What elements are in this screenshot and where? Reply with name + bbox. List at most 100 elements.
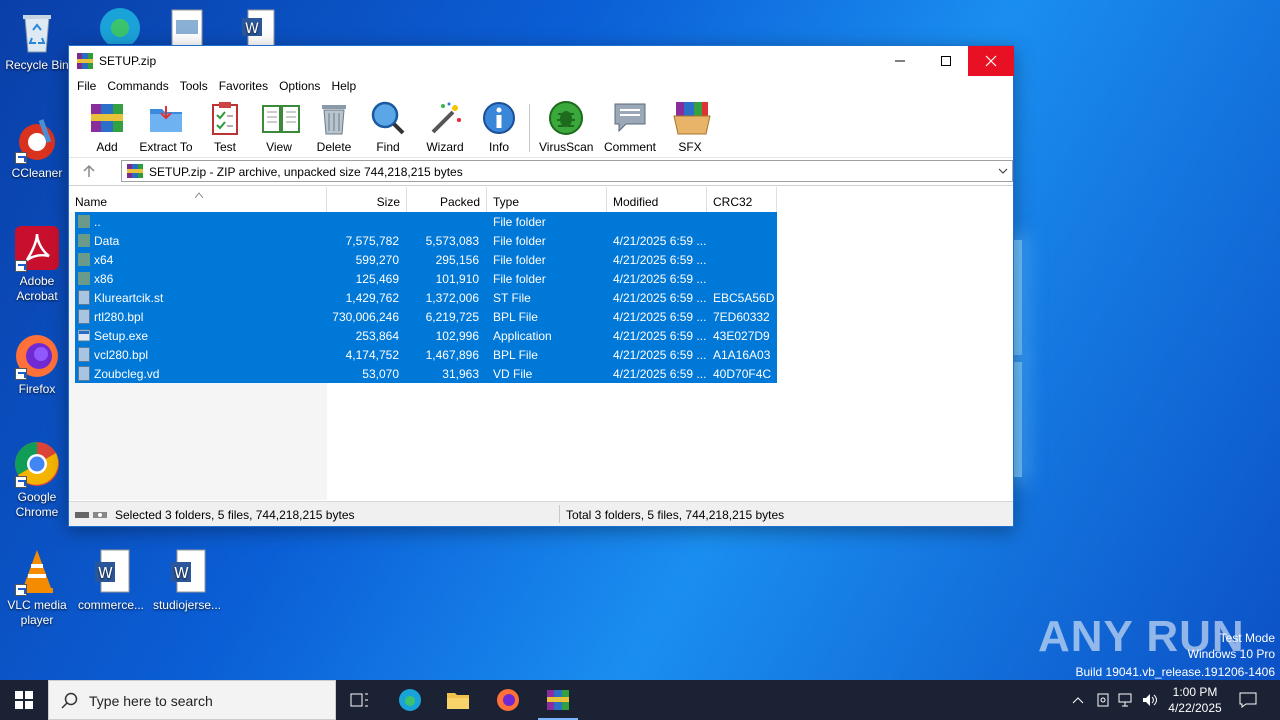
tray-chevron-up-icon[interactable] (1068, 680, 1088, 720)
menu-file[interactable]: File (77, 76, 102, 96)
column-header-packed-label: Packed (439, 195, 480, 209)
word-document-icon: W (163, 548, 211, 596)
column-header-modified-label: Modified (613, 195, 659, 209)
folder-icon (447, 693, 469, 709)
desktop-icon-word-commerce[interactable]: W commerce... (75, 548, 147, 613)
desktop-icon-label: CCleaner (11, 166, 63, 180)
cell-modified: 4/21/2025 6:59 ... (613, 367, 707, 381)
tray-device-icon[interactable] (1094, 680, 1112, 720)
cell-packed: 6,219,725 (425, 310, 479, 324)
column-header-type-label: Type (493, 195, 520, 209)
sort-up-icon (194, 187, 204, 199)
table-row[interactable]: Setup.exe 253,864 102,996 Application 4/21/2… (75, 326, 777, 345)
wizard-button[interactable]: Wizard (423, 100, 467, 156)
status-divider (559, 505, 560, 523)
column-header-modified[interactable]: Modified (607, 187, 707, 212)
table-row[interactable]: x86 125,469 101,910 File folder 4/21/2025 6:… (75, 269, 777, 288)
up-arrow-icon[interactable] (81, 163, 97, 179)
ccleaner-icon (13, 116, 61, 164)
taskbar-clock[interactable]: 1:00 PM 4/22/2025 (1160, 684, 1230, 716)
desktop-icon-label: Adobe Acrobat (16, 274, 58, 303)
clock-time: 1:00 PM (1172, 685, 1218, 699)
delete-button[interactable]: Delete (313, 100, 355, 156)
chevron-down-icon[interactable] (997, 165, 1009, 177)
table-row[interactable]: rtl280.bpl 730,006,246 6,219,725 BPL File 4/… (75, 307, 777, 326)
menu-tools[interactable]: Tools (180, 76, 214, 96)
status-selected: Selected 3 folders, 5 files, 744,218,215… (115, 508, 355, 522)
desktop-icon-word-studiojersey[interactable]: W studiojerse... (151, 548, 223, 613)
column-header-size[interactable]: Size (327, 187, 407, 212)
maximize-button[interactable] (923, 46, 969, 76)
table-row[interactable]: Data 7,575,782 5,573,083 File folder 4/21/20… (75, 231, 777, 250)
firefox-icon (497, 689, 519, 711)
taskbar-firefox[interactable] (484, 680, 532, 720)
info-label: Info (488, 140, 509, 154)
task-view-button[interactable] (336, 680, 384, 720)
taskbar-winrar[interactable] (534, 680, 582, 720)
vlc-cone-icon (13, 548, 61, 596)
taskbar-search-box[interactable]: Type here to search (48, 680, 336, 720)
taskbar-edge[interactable] (386, 680, 434, 720)
desktop-icon-recycle-bin[interactable]: Recycle Bin (1, 8, 73, 73)
column-header-packed[interactable]: Packed (407, 187, 487, 212)
notification-icon[interactable] (1234, 680, 1262, 720)
os-build-text: Build 19041.vb_release.191206-1406 (1075, 665, 1276, 679)
desktop-icon-google-chrome[interactable]: Google Chrome (1, 440, 73, 520)
menu-options[interactable]: Options (279, 76, 326, 96)
desktop-icon-firefox[interactable]: Firefox (1, 332, 73, 397)
windows-logo-icon (15, 691, 33, 709)
trash-can-icon (316, 100, 352, 136)
menu-favorites[interactable]: Favorites (219, 76, 274, 96)
cell-crc: 40D70F4C (713, 367, 772, 381)
table-row[interactable]: x64 599,270 295,156 File folder 4/21/2025 6:… (75, 250, 777, 269)
view-button[interactable]: View (257, 100, 301, 156)
menu-commands[interactable]: Commands (107, 76, 174, 96)
close-button[interactable] (968, 46, 1014, 76)
drive-icon[interactable] (75, 509, 109, 519)
table-row[interactable]: .. File folder (75, 212, 777, 231)
cell-size: 53,070 (362, 367, 399, 381)
extract-to-button[interactable]: Extract To (137, 100, 195, 156)
table-row[interactable]: vcl280.bpl 4,174,752 1,467,896 BPL File 4/21… (75, 345, 777, 364)
table-row[interactable]: Zoubcleg.vd 53,070 31,963 VD File 4/21/2025 … (75, 364, 777, 383)
archive-path-field[interactable]: SETUP.zip - ZIP archive, unpacked size 7… (121, 160, 1013, 182)
column-header-type[interactable]: Type (487, 187, 607, 212)
cell-packed: 1,372,006 (425, 291, 479, 305)
comment-button[interactable]: Comment (601, 100, 659, 156)
start-button[interactable] (0, 680, 48, 720)
menu-help[interactable]: Help (331, 76, 362, 96)
comment-label: Comment (603, 140, 656, 154)
info-icon (481, 100, 517, 136)
file-icon (78, 309, 90, 324)
winrar-window: SETUP.zip File Commands Tools Favorites … (68, 45, 1014, 527)
sfx-box-icon (672, 100, 711, 136)
cell-packed: 1,467,896 (425, 348, 479, 362)
virusscan-label: VirusScan (539, 140, 594, 154)
sfx-button[interactable]: SFX (669, 100, 711, 156)
test-button[interactable]: Test (205, 100, 245, 156)
search-placeholder: Type here to search (89, 693, 213, 709)
desktop-icon-vlc[interactable]: VLC media player (1, 548, 73, 628)
add-button[interactable]: Add (87, 100, 127, 156)
taskbar-file-explorer[interactable] (434, 680, 482, 720)
task-view-icon (350, 693, 368, 707)
file-name: .. (94, 215, 101, 229)
network-icon[interactable] (1116, 680, 1136, 720)
title-bar[interactable]: SETUP.zip (69, 46, 1014, 76)
cell-type: BPL File (493, 310, 538, 324)
svg-text:W: W (174, 564, 189, 582)
table-row[interactable]: Klureartcik.st 1,429,762 1,372,006 ST File 4… (75, 288, 777, 307)
info-button[interactable]: Info (481, 100, 517, 156)
column-header-size-label: Size (376, 195, 400, 209)
volume-icon[interactable] (1140, 680, 1160, 720)
virusscan-button[interactable]: VirusScan (539, 100, 593, 156)
find-button[interactable]: Find (369, 100, 407, 156)
minimize-button[interactable] (877, 46, 923, 76)
test-mode-text: Test Mode (1219, 631, 1275, 645)
desktop-icon-adobe-acrobat[interactable]: Adobe Acrobat (1, 224, 73, 304)
cell-modified: 4/21/2025 6:59 ... (613, 348, 707, 362)
find-label: Find (376, 140, 400, 154)
desktop-icon-ccleaner[interactable]: CCleaner (1, 116, 73, 181)
address-bar: SETUP.zip - ZIP archive, unpacked size 7… (69, 158, 1013, 186)
column-header-crc32[interactable]: CRC32 (707, 187, 777, 212)
